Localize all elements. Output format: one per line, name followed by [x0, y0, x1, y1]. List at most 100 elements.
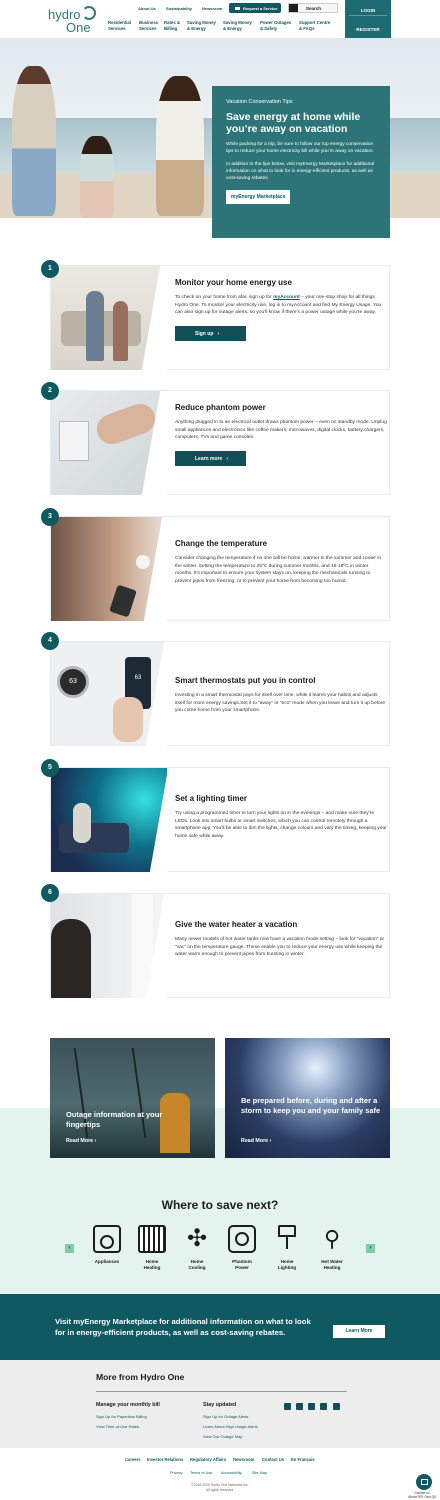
- manage-bill-heading: Manage your monthly bill: [96, 1402, 160, 1408]
- logo-arc-icon: [82, 6, 96, 20]
- youtube-icon[interactable]: [333, 1403, 340, 1410]
- promo-outage[interactable]: Outage information at your fingertips Re…: [50, 1038, 215, 1158]
- category-home-cooling[interactable]: ✣ Home Cooling: [176, 1225, 218, 1271]
- category-label-line: Heating: [143, 1265, 161, 1270]
- footer-careers-link[interactable]: Careers: [125, 1457, 141, 1462]
- footer-french-link[interactable]: En Français: [291, 1457, 315, 1462]
- category-appliances[interactable]: Appliances: [86, 1225, 128, 1265]
- read-more-label: Read More: [241, 1138, 269, 1144]
- login-button[interactable]: LOGIN: [345, 8, 391, 13]
- washer-drum: [100, 1235, 114, 1249]
- nav-saving-money-2[interactable]: Saving Money & Energy: [223, 20, 252, 31]
- nav-support[interactable]: Support Centre & FAQs: [299, 20, 330, 31]
- high-usage-alerts-link[interactable]: Learn About High Usage Alerts: [203, 1424, 258, 1429]
- footer-newsroom-link[interactable]: Newsroom: [233, 1457, 254, 1462]
- tip-card-5: Set a lighting timer Try using a program…: [50, 767, 390, 872]
- footer-privacy-link[interactable]: Privacy: [170, 1471, 182, 1475]
- image-slant: [143, 517, 167, 621]
- tip-body: Many newer models of hot water tanks now…: [175, 937, 385, 957]
- nav-saving-money-1[interactable]: Saving Money & Energy: [187, 20, 216, 31]
- contact-caption: Contact us Above 970 Own Q5: [404, 1491, 440, 1499]
- hero-paragraph-1: While packing for a trip, be sure to fol…: [226, 142, 374, 154]
- util-link-sustainability[interactable]: Sustainability: [166, 6, 192, 11]
- category-hot-water-heating[interactable]: ⚲ Hot Water Heating: [311, 1225, 353, 1271]
- search-label: Search: [306, 6, 322, 11]
- category-label: Appliances: [86, 1259, 128, 1265]
- footer-investor-link[interactable]: Investor Relations: [147, 1457, 183, 1462]
- banner-learn-more-button[interactable]: Learn More: [333, 1325, 385, 1338]
- util-link-about[interactable]: About Us: [138, 6, 156, 11]
- carousel-next-arrow[interactable]: ›: [366, 1244, 375, 1253]
- tip-image-person: [113, 301, 128, 361]
- contact-caption-line: Above 970 Own Q5: [408, 1495, 436, 1499]
- learn-more-button[interactable]: Learn more ›: [175, 450, 246, 466]
- myenergy-marketplace-button[interactable]: myEnergy Marketplace: [226, 190, 291, 204]
- image-slant: [149, 768, 167, 872]
- nav-outages[interactable]: Power Outages & Safety: [260, 20, 291, 31]
- tip-card-3: Change the temperature Consider changing…: [50, 516, 390, 621]
- lamp-stand: [286, 1237, 288, 1249]
- sign-up-button[interactable]: Sign up ›: [175, 325, 246, 341]
- category-phantom-power[interactable]: Phantom Power: [221, 1225, 263, 1271]
- category-home-heating[interactable]: Home Heating: [131, 1225, 173, 1271]
- copyright: ©2018-2020 Hydro One Networks Inc. All ri…: [0, 1483, 440, 1492]
- tip-body: Anything plugged in to an electrical out…: [175, 420, 387, 440]
- nav-label: Billing: [164, 25, 178, 31]
- category-label: Phantom Power: [221, 1259, 263, 1271]
- contact-chat-button[interactable]: [416, 1474, 432, 1490]
- footer-sitemap-link[interactable]: Site Map: [252, 1471, 267, 1475]
- category-home-lighting[interactable]: Home Lighting: [266, 1225, 308, 1271]
- footer-accessibility-link[interactable]: Accessibility: [221, 1471, 242, 1475]
- nav-residential[interactable]: Residential Services: [108, 20, 131, 31]
- register-button[interactable]: REGISTER: [345, 27, 391, 32]
- search-button[interactable]: Search: [288, 3, 338, 13]
- carousel-prev-arrow[interactable]: ‹: [65, 1244, 74, 1253]
- read-more-link[interactable]: Read More ›: [241, 1138, 271, 1144]
- myaccount-link[interactable]: myAccount: [273, 295, 300, 300]
- request-service-button[interactable]: Request a Service: [229, 3, 281, 13]
- category-label-line: Heating: [323, 1265, 341, 1270]
- read-more-link[interactable]: Read More ›: [66, 1138, 96, 1144]
- util-link-newsroom[interactable]: Newsroom: [202, 6, 222, 11]
- request-service-label: Request a Service: [243, 6, 278, 11]
- promo-title: Be prepared before, during and after a s…: [241, 1096, 381, 1115]
- tip-image-family: [51, 266, 167, 370]
- tip-image-person: [86, 291, 104, 361]
- thermostat-dial: 63: [57, 666, 89, 698]
- tip-title: Reduce phantom power: [175, 403, 266, 412]
- account-divider: [349, 15, 387, 16]
- tip-image-sofa: [59, 823, 129, 853]
- nav-label: & Energy: [223, 25, 242, 31]
- tip-card-1: Monitor your home energy use To check on…: [50, 265, 390, 370]
- linkedin-icon[interactable]: [320, 1403, 327, 1410]
- nav-rates[interactable]: Rates & Billing: [164, 20, 180, 31]
- nav-label: & Safety: [260, 25, 278, 31]
- phone-icon: [109, 584, 137, 618]
- category-label: Home Heating: [131, 1259, 173, 1271]
- chat-icon: [420, 1479, 428, 1485]
- footer-terms-link[interactable]: Terms of Use: [190, 1471, 212, 1475]
- footer-contact-link[interactable]: Contact Us: [262, 1457, 284, 1462]
- tip-text: Reduce phantom power Anything plugged in…: [175, 403, 387, 466]
- instagram-icon[interactable]: [308, 1403, 315, 1410]
- category-label: Home Cooling: [176, 1259, 218, 1271]
- nav-label: Residential: [108, 20, 131, 25]
- nav-label: Services: [108, 25, 126, 31]
- twitter-icon[interactable]: [284, 1403, 291, 1410]
- tip-title: Monitor your home energy use: [175, 278, 292, 287]
- account-box: LOGIN REGISTER: [345, 0, 391, 38]
- category-label: Home Lighting: [266, 1259, 308, 1271]
- promo-storm[interactable]: Be prepared before, during and after a s…: [225, 1038, 390, 1158]
- footer-regulatory-link[interactable]: Regulatory Affairs: [190, 1457, 226, 1462]
- nav-business[interactable]: Business Services: [139, 20, 158, 31]
- facebook-icon[interactable]: [296, 1403, 303, 1410]
- category-label-line: Lighting: [277, 1265, 297, 1270]
- outage-alerts-link[interactable]: Sign Up for Outage Alerts: [203, 1414, 248, 1419]
- tou-rates-link[interactable]: View Time-of-Use Rates: [96, 1424, 139, 1429]
- hydro-one-logo[interactable]: hydro One: [48, 5, 100, 35]
- paperless-billing-link[interactable]: Sign Up for Paperless Billing: [96, 1414, 147, 1419]
- nav-label: Saving Money: [223, 20, 252, 25]
- outage-map-link[interactable]: View Our Outage Map: [203, 1434, 243, 1439]
- tip-title: Change the temperature: [175, 539, 268, 548]
- category-label-line: Power: [235, 1265, 249, 1270]
